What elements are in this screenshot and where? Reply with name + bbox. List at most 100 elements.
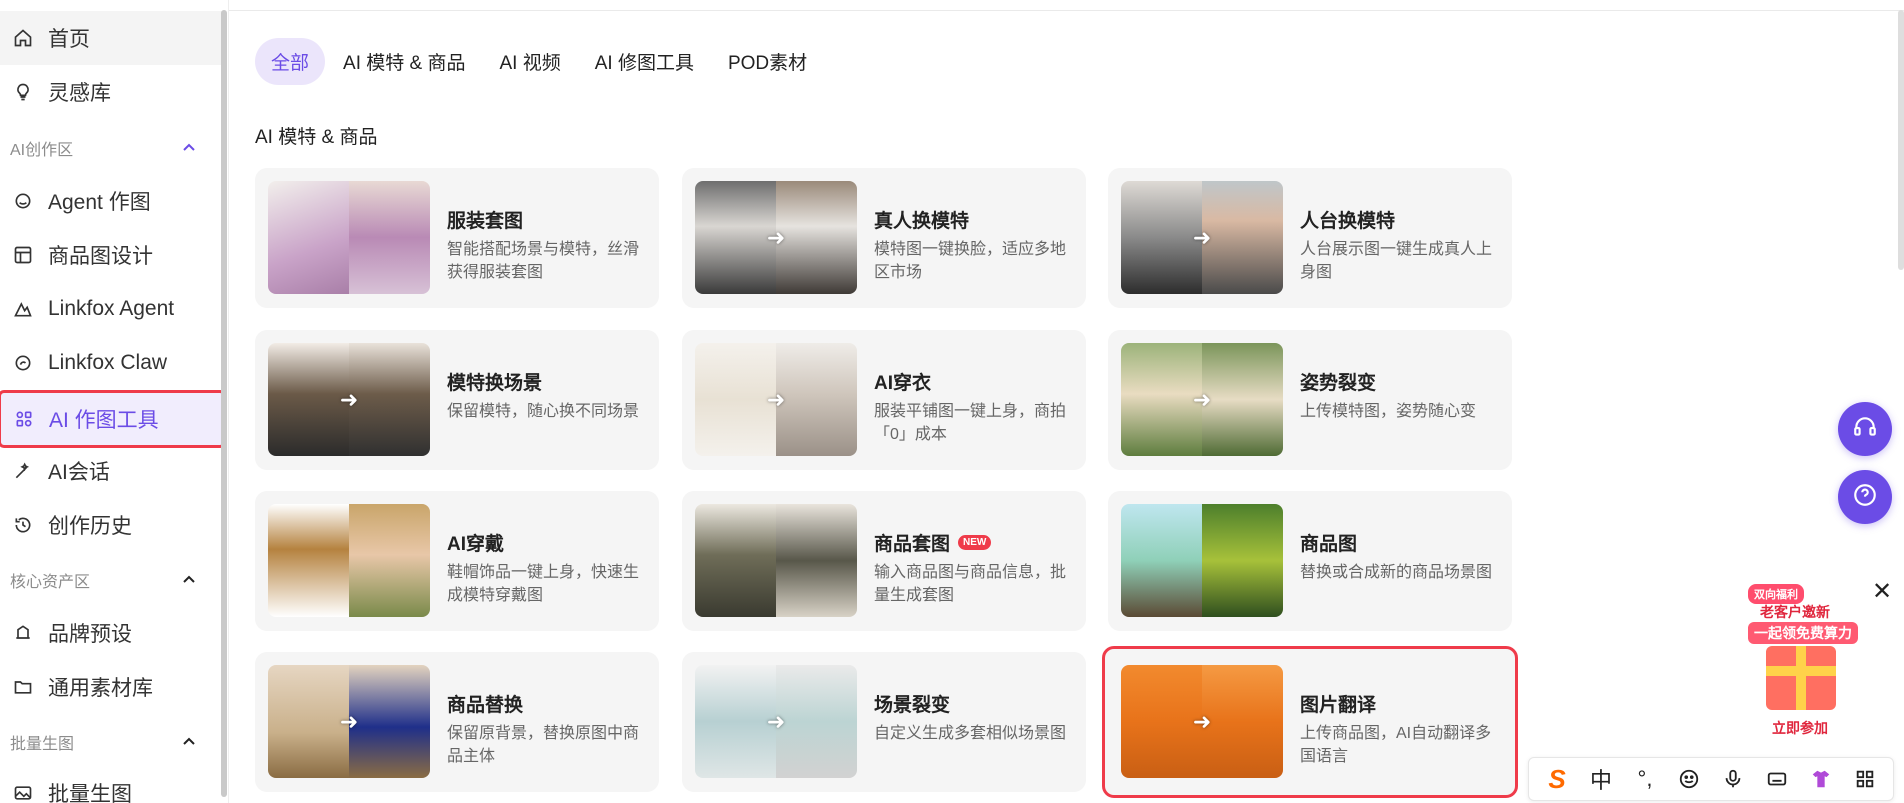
tool-card-scene-variation[interactable]: ➜ 场景裂变 自定义生成多套相似场景图: [682, 652, 1086, 792]
card-title: 真人换模特: [874, 211, 970, 232]
arrow-right-icon: ➜: [339, 708, 359, 734]
card-desc: 保留原背景，替换原图中商品主体: [447, 725, 640, 765]
sidebar: 首页 灵感库 AI创作区 Agent 作图 商品图设计 Linkfox Agen…: [0, 0, 226, 803]
sidebar-divider: [228, 0, 229, 803]
tool-card-ai-wear[interactable]: AI穿戴 鞋帽饰品一键上身，快速生成模特穿戴图: [255, 491, 659, 631]
sidebar-item-brand-preset[interactable]: 品牌预设: [0, 606, 222, 660]
sidebar-item-linkfox-agent[interactable]: Linkfox Agent: [0, 282, 222, 336]
card-thumbnail: ➜: [268, 665, 430, 778]
tool-card-product-image[interactable]: 商品图 替换或合成新的商品场景图: [1108, 491, 1512, 631]
sidebar-item-product-design[interactable]: 商品图设计: [0, 228, 222, 282]
card-title: AI穿衣: [874, 373, 932, 394]
card-thumbnail: ➜: [695, 343, 857, 456]
section-label-batch[interactable]: 批量生图: [10, 730, 210, 754]
arrow-right-icon: ➜: [1192, 708, 1212, 734]
customer-service-button[interactable]: [1838, 402, 1892, 456]
card-thumbnail: ➜: [695, 665, 857, 778]
lightbulb-icon: [12, 81, 34, 103]
tool-card-ai-dress[interactable]: ➜ AI穿衣 服装平铺图一键上身，商拍「0」成本: [682, 330, 1086, 470]
card-desc: 模特图一键换脸，适应多地区市场: [874, 241, 1067, 281]
arrow-right-icon: ➜: [1192, 386, 1212, 412]
promo-join-button[interactable]: 立即参加: [1772, 718, 1828, 738]
emoji-icon[interactable]: [1674, 764, 1704, 794]
sidebar-item-material-library[interactable]: 通用素材库: [0, 660, 222, 714]
card-title: 商品套图 NEW: [874, 529, 992, 556]
sidebar-item-inspiration[interactable]: 灵感库: [0, 65, 222, 119]
tab-ai-retouch[interactable]: AI 修图工具: [579, 38, 710, 85]
tool-card-product-replace[interactable]: ➜ 商品替换 保留原背景，替换原图中商品主体: [255, 652, 659, 792]
help-button[interactable]: [1838, 470, 1892, 524]
card-title: 商品图: [1300, 534, 1358, 555]
sidebar-item-ai-tools[interactable]: AI 作图工具: [0, 390, 226, 448]
sidebar-item-ai-chat[interactable]: AI会话: [0, 444, 222, 498]
tool-card-real-model-swap[interactable]: ➜ 真人换模特 模特图一键换脸，适应多地区市场: [682, 168, 1086, 308]
sidebar-item-label: Agent 作图: [48, 191, 151, 214]
tab-pod[interactable]: POD素材: [712, 38, 823, 85]
promo-banner[interactable]: 双向福利 老客户邀新 一起领免费算力 立即参加: [1720, 580, 1870, 740]
arrow-right-icon: ➜: [766, 708, 786, 734]
sidebar-item-label: AI会话: [48, 461, 110, 484]
sidebar-item-history[interactable]: 创作历史: [0, 498, 222, 552]
card-desc: 服装平铺图一键上身，商拍「0」成本: [874, 403, 1067, 443]
sidebar-item-label: 批量生图: [48, 783, 132, 803]
main-scrollbar[interactable]: [1898, 10, 1904, 270]
sidebar-scrollbar[interactable]: [221, 10, 227, 797]
sidebar-item-linkfox-claw[interactable]: Linkfox Claw: [0, 336, 222, 390]
folder-icon: [12, 676, 34, 698]
chevron-up-icon: [182, 735, 196, 749]
tools-grid-icon: [13, 408, 35, 430]
sidebar-item-home[interactable]: 首页: [0, 11, 222, 65]
card-desc: 上传商品图，AI自动翻译多国语言: [1300, 725, 1492, 765]
microphone-icon[interactable]: [1718, 764, 1748, 794]
keyboard-icon[interactable]: [1762, 764, 1792, 794]
sidebar-item-label: 品牌预设: [48, 623, 132, 646]
tool-card-mannequin-swap[interactable]: ➜ 人台换模特 人台展示图一键生成真人上身图: [1108, 168, 1512, 308]
sidebar-item-label: 灵感库: [48, 82, 111, 105]
close-icon[interactable]: ✕: [1870, 580, 1894, 604]
tool-card-outfit-set[interactable]: 服装套图 智能搭配场景与模特，丝滑获得服装套图: [255, 168, 659, 308]
card-desc: 鞋帽饰品一键上身，快速生成模特穿戴图: [447, 564, 640, 604]
ime-toolbar: S 中 °,: [1528, 757, 1894, 801]
grid-icon[interactable]: [1850, 764, 1880, 794]
arrow-right-icon: ➜: [766, 224, 786, 250]
ime-punct-toggle[interactable]: °,: [1630, 764, 1660, 794]
ime-lang-toggle[interactable]: 中: [1586, 764, 1616, 794]
sidebar-item-batch-generate[interactable]: 批量生图: [0, 766, 222, 803]
agent-icon: [12, 190, 34, 212]
chevron-up-icon: [182, 141, 196, 155]
new-badge: NEW: [958, 535, 992, 550]
section-label-ai-create[interactable]: AI创作区: [10, 136, 210, 160]
card-thumbnail: [695, 504, 857, 617]
tab-ai-video[interactable]: AI 视频: [483, 38, 576, 85]
tool-card-image-translate[interactable]: ➜ 图片翻译 上传商品图，AI自动翻译多国语言: [1102, 646, 1518, 798]
arrow-right-icon: ➜: [1192, 224, 1212, 250]
shirt-icon[interactable]: [1806, 764, 1836, 794]
card-thumbnail: ➜: [268, 343, 430, 456]
card-desc: 上传模特图，姿势随心变: [1300, 403, 1477, 420]
top-divider: [229, 10, 1904, 11]
arrow-right-icon: ➜: [339, 386, 359, 412]
tool-card-product-set[interactable]: 商品套图 NEW 输入商品图与商品信息，批量生成套图: [682, 491, 1086, 631]
sidebar-item-label: 创作历史: [48, 515, 132, 538]
sidebar-item-agent-draw[interactable]: Agent 作图: [0, 174, 222, 228]
card-thumbnail: ➜: [1121, 665, 1283, 778]
tool-card-model-scene[interactable]: ➜ 模特换场景 保留模特，随心换不同场景: [255, 330, 659, 470]
card-desc: 人台展示图一键生成真人上身图: [1300, 241, 1493, 281]
sidebar-item-label: Linkfox Agent: [48, 297, 175, 320]
card-title: AI穿戴: [447, 534, 505, 555]
card-desc: 输入商品图与商品信息，批量生成套图: [874, 564, 1067, 604]
tool-card-pose-variation[interactable]: ➜ 姿势裂变 上传模特图，姿势随心变: [1108, 330, 1512, 470]
card-title: 姿势裂变: [1300, 373, 1377, 394]
card-title: 服装套图: [447, 211, 524, 232]
headset-icon: [1852, 414, 1878, 445]
card-thumbnail: ➜: [1121, 343, 1283, 456]
tab-ai-model-product[interactable]: AI 模特 & 商品: [327, 38, 481, 85]
help-icon: [1852, 482, 1878, 513]
sogou-logo-icon[interactable]: S: [1542, 764, 1572, 794]
arrow-right-icon: ➜: [766, 386, 786, 412]
layout-icon: [12, 244, 34, 266]
section-label-core-assets[interactable]: 核心资产区: [10, 568, 210, 592]
card-title: 模特换场景: [447, 373, 543, 394]
tab-all[interactable]: 全部: [255, 38, 326, 85]
card-thumbnail: [268, 181, 430, 294]
